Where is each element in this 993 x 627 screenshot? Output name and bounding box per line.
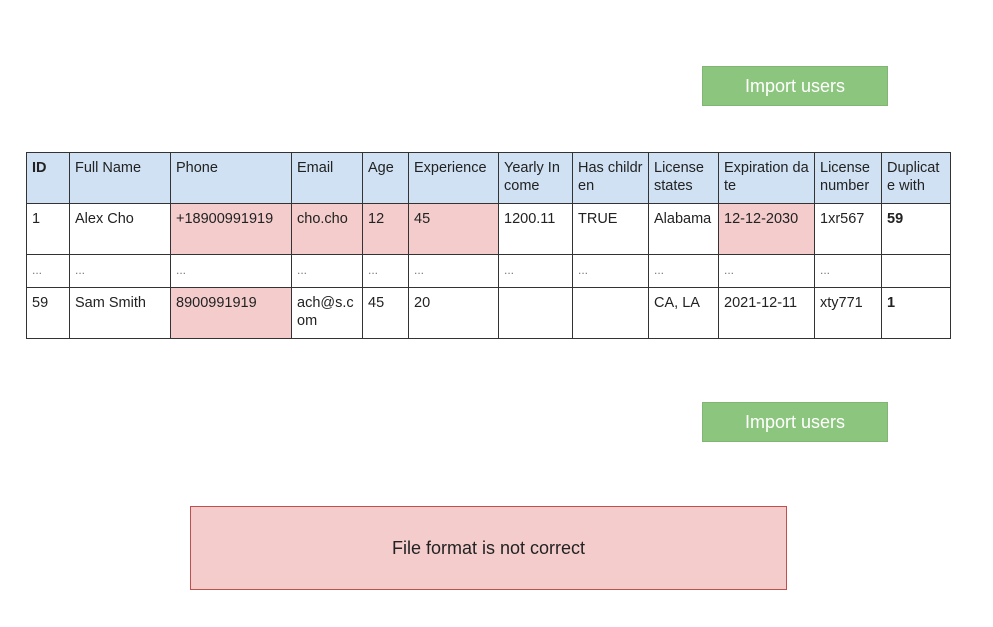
cell-id: 1 <box>26 203 70 255</box>
cell-email: ... <box>291 254 363 288</box>
cell-duplicate-with <box>881 254 951 288</box>
header-yearly-income: Yearly Income <box>498 152 573 204</box>
cell-license-states: CA, LA <box>648 287 719 339</box>
header-phone: Phone <box>170 152 292 204</box>
header-id: ID <box>26 152 70 204</box>
cell-has-children: ... <box>572 254 649 288</box>
cell-full-name: Alex Cho <box>69 203 171 255</box>
cell-phone-error: +18900991919 <box>170 203 292 255</box>
cell-id: 59 <box>26 287 70 339</box>
cell-has-children <box>572 287 649 339</box>
table-row: 59 Sam Smith 8900991919 ach@s.com 45 20 … <box>26 287 951 339</box>
header-expiration-date: Expiration date <box>718 152 815 204</box>
cell-phone: ... <box>170 254 292 288</box>
cell-expiration-date-error: 12-12-2030 <box>718 203 815 255</box>
cell-full-name: Sam Smith <box>69 287 171 339</box>
cell-license-states: ... <box>648 254 719 288</box>
cell-id: ... <box>26 254 70 288</box>
cell-age-error: 12 <box>362 203 409 255</box>
cell-phone-error: 8900991919 <box>170 287 292 339</box>
error-message-text: File format is not correct <box>391 537 586 558</box>
cell-email: ach@s.com <box>291 287 363 339</box>
cell-license-states: Alabama <box>648 203 719 255</box>
table-header-row: ID Full Name Phone Email Age Experience … <box>26 152 951 204</box>
table-row: 1 Alex Cho +18900991919 cho.cho 12 45 12… <box>26 203 951 255</box>
cell-experience: ... <box>408 254 499 288</box>
error-message-box: File format is not correct <box>190 506 787 590</box>
header-license-number: License number <box>814 152 882 204</box>
cell-full-name: ... <box>69 254 171 288</box>
cell-age: ... <box>362 254 409 288</box>
header-age: Age <box>362 152 409 204</box>
cell-email-error: cho.cho <box>291 203 363 255</box>
cell-license-number: xty771 <box>814 287 882 339</box>
import-users-button-bottom[interactable]: Import users <box>702 402 888 442</box>
cell-has-children: TRUE <box>572 203 649 255</box>
cell-duplicate-with: 59 <box>881 203 951 255</box>
table-row: ... ... ... ... ... ... ... ... ... ... … <box>26 254 951 288</box>
cell-yearly-income: ... <box>498 254 573 288</box>
header-has-children: Has children <box>572 152 649 204</box>
cell-yearly-income <box>498 287 573 339</box>
cell-age: 45 <box>362 287 409 339</box>
header-license-states: License states <box>648 152 719 204</box>
cell-license-number: ... <box>814 254 882 288</box>
cell-yearly-income: 1200.11 <box>498 203 573 255</box>
header-full-name: Full Name <box>69 152 171 204</box>
cell-expiration-date: ... <box>718 254 815 288</box>
cell-license-number: 1xr567 <box>814 203 882 255</box>
import-users-button-top[interactable]: Import users <box>702 66 888 106</box>
cell-expiration-date: 2021-12-11 <box>718 287 815 339</box>
header-duplicate-with: Duplicate with <box>881 152 951 204</box>
cell-duplicate-with: 1 <box>881 287 951 339</box>
users-table: ID Full Name Phone Email Age Experience … <box>26 152 951 339</box>
header-experience: Experience <box>408 152 499 204</box>
cell-experience: 20 <box>408 287 499 339</box>
cell-experience-error: 45 <box>408 203 499 255</box>
header-email: Email <box>291 152 363 204</box>
